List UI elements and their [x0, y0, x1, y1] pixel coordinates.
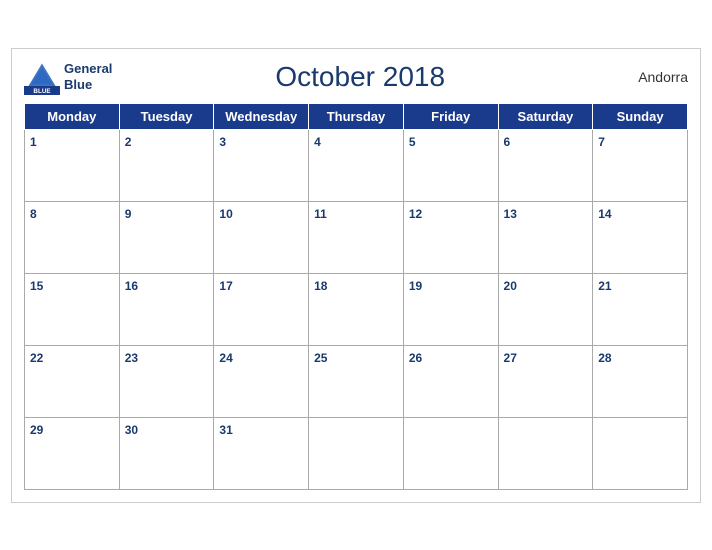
- day-cell-5: 5: [403, 129, 498, 201]
- day-cell-9: 9: [119, 201, 214, 273]
- date-number-31: 31: [219, 423, 232, 437]
- date-number-15: 15: [30, 279, 43, 293]
- date-number-26: 26: [409, 351, 422, 365]
- svg-text:BLUE: BLUE: [33, 88, 50, 95]
- date-number-28: 28: [598, 351, 611, 365]
- day-cell-6: 6: [498, 129, 593, 201]
- date-number-13: 13: [504, 207, 517, 221]
- calendar-table: Monday Tuesday Wednesday Thursday Friday…: [24, 103, 688, 490]
- date-number-12: 12: [409, 207, 422, 221]
- day-cell-2: 2: [119, 129, 214, 201]
- day-cell-26: 26: [403, 345, 498, 417]
- date-number-4: 4: [314, 135, 321, 149]
- day-cell-14: 14: [593, 201, 688, 273]
- day-cell-29: 29: [25, 417, 120, 489]
- logo-text: General Blue: [64, 61, 112, 92]
- weekday-saturday: Saturday: [498, 103, 593, 129]
- date-number-16: 16: [125, 279, 138, 293]
- day-cell-16: 16: [119, 273, 214, 345]
- day-cell-20: 20: [498, 273, 593, 345]
- day-cell-12: 12: [403, 201, 498, 273]
- date-number-30: 30: [125, 423, 138, 437]
- date-number-5: 5: [409, 135, 416, 149]
- date-number-25: 25: [314, 351, 327, 365]
- date-number-18: 18: [314, 279, 327, 293]
- day-cell-1: 1: [25, 129, 120, 201]
- day-cell-17: 17: [214, 273, 309, 345]
- weekday-tuesday: Tuesday: [119, 103, 214, 129]
- date-number-7: 7: [598, 135, 605, 149]
- day-cell-28: 28: [593, 345, 688, 417]
- empty-cell-w4-d3: [309, 417, 404, 489]
- week-row-2: 8 9 10 11 12 13 14: [25, 201, 688, 273]
- empty-cell-w4-d6: [593, 417, 688, 489]
- day-cell-23: 23: [119, 345, 214, 417]
- date-number-27: 27: [504, 351, 517, 365]
- date-number-24: 24: [219, 351, 232, 365]
- day-cell-3: 3: [214, 129, 309, 201]
- day-cell-30: 30: [119, 417, 214, 489]
- date-number-29: 29: [30, 423, 43, 437]
- date-number-19: 19: [409, 279, 422, 293]
- country-label: Andorra: [608, 69, 688, 85]
- calendar-header: BLUE General Blue October 2018 Andorra: [24, 59, 688, 95]
- week-row-3: 15 16 17 18 19 20 21: [25, 273, 688, 345]
- date-number-6: 6: [504, 135, 511, 149]
- day-cell-27: 27: [498, 345, 593, 417]
- calendar-body: 1234567891011121314151617181920212223242…: [25, 129, 688, 489]
- day-cell-19: 19: [403, 273, 498, 345]
- day-cell-31: 31: [214, 417, 309, 489]
- logo-icon: BLUE: [24, 59, 60, 95]
- date-number-11: 11: [314, 207, 327, 221]
- weekday-header-row: Monday Tuesday Wednesday Thursday Friday…: [25, 103, 688, 129]
- week-row-5: 29 30 31: [25, 417, 688, 489]
- date-number-10: 10: [219, 207, 232, 221]
- date-number-21: 21: [598, 279, 611, 293]
- date-number-1: 1: [30, 135, 37, 149]
- weekday-sunday: Sunday: [593, 103, 688, 129]
- day-cell-7: 7: [593, 129, 688, 201]
- day-cell-8: 8: [25, 201, 120, 273]
- day-cell-18: 18: [309, 273, 404, 345]
- day-cell-22: 22: [25, 345, 120, 417]
- empty-cell-w4-d5: [498, 417, 593, 489]
- week-row-4: 22 23 24 25 26 27 28: [25, 345, 688, 417]
- date-number-3: 3: [219, 135, 226, 149]
- week-row-1: 1 2 3 4 5 6 7: [25, 129, 688, 201]
- weekday-wednesday: Wednesday: [214, 103, 309, 129]
- logo-area: BLUE General Blue: [24, 59, 112, 95]
- day-cell-24: 24: [214, 345, 309, 417]
- date-number-9: 9: [125, 207, 132, 221]
- weekday-monday: Monday: [25, 103, 120, 129]
- day-cell-13: 13: [498, 201, 593, 273]
- month-title: October 2018: [112, 61, 608, 93]
- date-number-20: 20: [504, 279, 517, 293]
- date-number-8: 8: [30, 207, 37, 221]
- weekday-friday: Friday: [403, 103, 498, 129]
- day-cell-15: 15: [25, 273, 120, 345]
- day-cell-21: 21: [593, 273, 688, 345]
- empty-cell-w4-d4: [403, 417, 498, 489]
- calendar: BLUE General Blue October 2018 Andorra M…: [11, 48, 701, 503]
- date-number-23: 23: [125, 351, 138, 365]
- weekday-thursday: Thursday: [309, 103, 404, 129]
- date-number-22: 22: [30, 351, 43, 365]
- day-cell-10: 10: [214, 201, 309, 273]
- day-cell-25: 25: [309, 345, 404, 417]
- date-number-14: 14: [598, 207, 611, 221]
- day-cell-4: 4: [309, 129, 404, 201]
- day-cell-11: 11: [309, 201, 404, 273]
- date-number-17: 17: [219, 279, 232, 293]
- date-number-2: 2: [125, 135, 132, 149]
